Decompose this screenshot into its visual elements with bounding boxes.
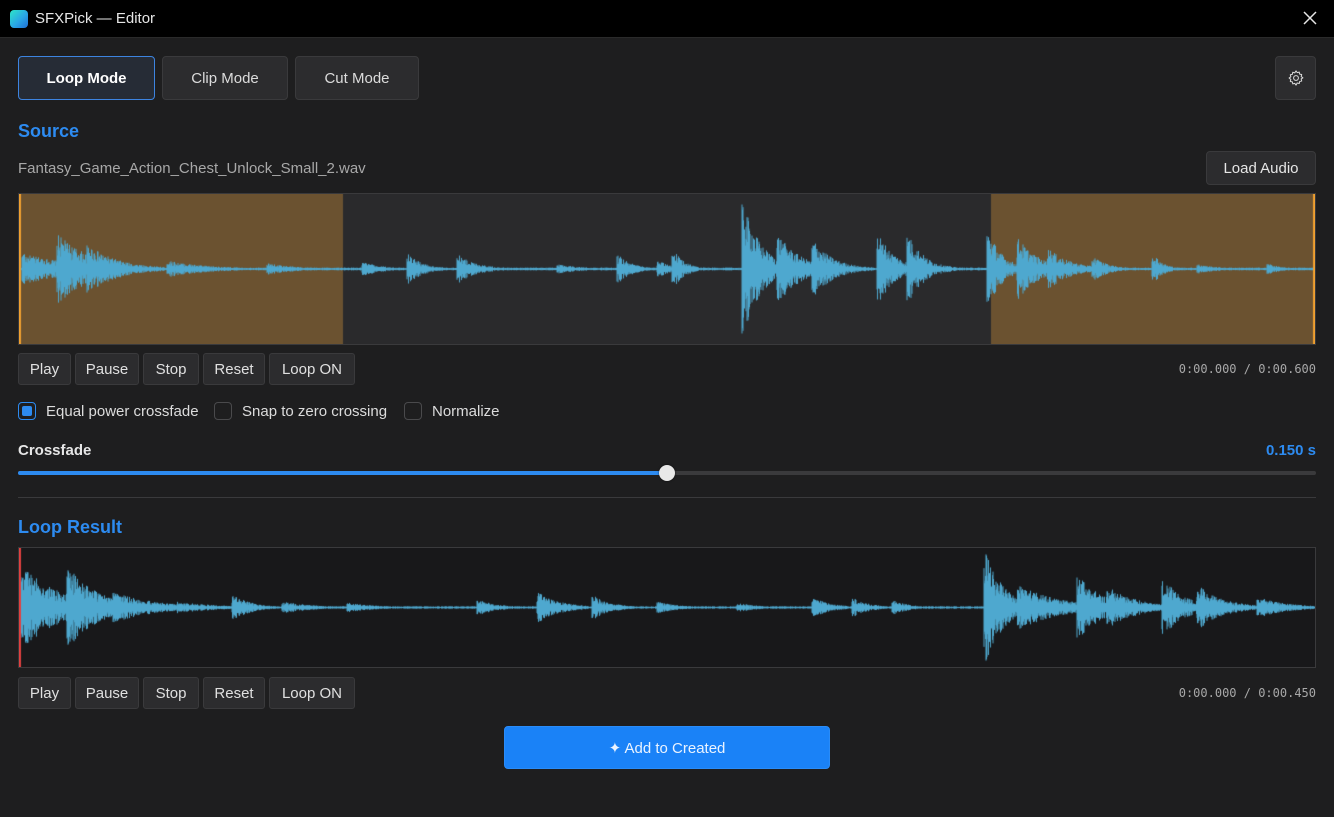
source-reset-button[interactable]: Reset [203,353,265,385]
load-audio-button[interactable]: Load Audio [1206,151,1316,185]
result-play-button[interactable]: Play [18,677,71,709]
crossfade-slider-fill [18,471,667,475]
result-waveform[interactable] [18,547,1316,668]
crossfade-slider-thumb[interactable] [659,465,675,481]
source-loop-toggle[interactable]: Loop ON [269,353,355,385]
snap-zero-label: Snap to zero crossing [242,402,388,420]
result-reset-button[interactable]: Reset [203,677,265,709]
result-time-readout: 0:00.000 / 0:00.450 [1178,686,1316,700]
source-filename: Fantasy_Game_Action_Chest_Unlock_Small_2… [18,160,366,177]
normalize-checkbox[interactable] [404,402,422,420]
crossfade-label: Crossfade [18,442,92,459]
result-stop-button[interactable]: Stop [143,677,199,709]
source-pause-button[interactable]: Pause [75,353,139,385]
gear-icon [1288,70,1303,86]
source-title: Source [18,121,80,141]
settings-button[interactable] [1275,56,1316,100]
close-button[interactable] [1300,8,1320,28]
title-bar: SFXPick — Editor [0,0,1334,38]
window-title: SFXPick — Editor [35,10,156,27]
equal-power-label: Equal power crossfade [46,402,199,420]
result-loop-toggle[interactable]: Loop ON [269,677,355,709]
close-icon [1303,11,1317,25]
snap-zero-option[interactable]: Snap to zero crossing [214,400,387,422]
section-divider [18,497,1316,498]
source-stop-button[interactable]: Stop [143,353,199,385]
equal-power-checkbox[interactable] [18,402,36,420]
result-waveform-canvas[interactable] [19,548,1315,667]
tab-clip-mode[interactable]: Clip Mode [162,56,288,100]
normalize-label: Normalize [432,402,500,420]
source-waveform-canvas[interactable] [19,194,1315,344]
crossfade-slider[interactable] [18,465,1316,481]
loop-result-title: Loop Result [18,517,122,537]
app-icon [10,10,28,28]
normalize-option[interactable]: Normalize [404,400,500,422]
snap-zero-checkbox[interactable] [214,402,232,420]
source-time-readout: 0:00.000 / 0:00.600 [1178,362,1316,376]
result-pause-button[interactable]: Pause [75,677,139,709]
source-waveform[interactable] [18,193,1316,345]
tab-cut-mode[interactable]: Cut Mode [295,56,419,100]
source-play-button[interactable]: Play [18,353,71,385]
equal-power-option[interactable]: Equal power crossfade [18,400,199,422]
add-to-created-button[interactable]: ✦ Add to Created [504,726,830,769]
tab-loop-mode[interactable]: Loop Mode [18,56,155,100]
crossfade-value: 0.150 s [1265,442,1316,459]
